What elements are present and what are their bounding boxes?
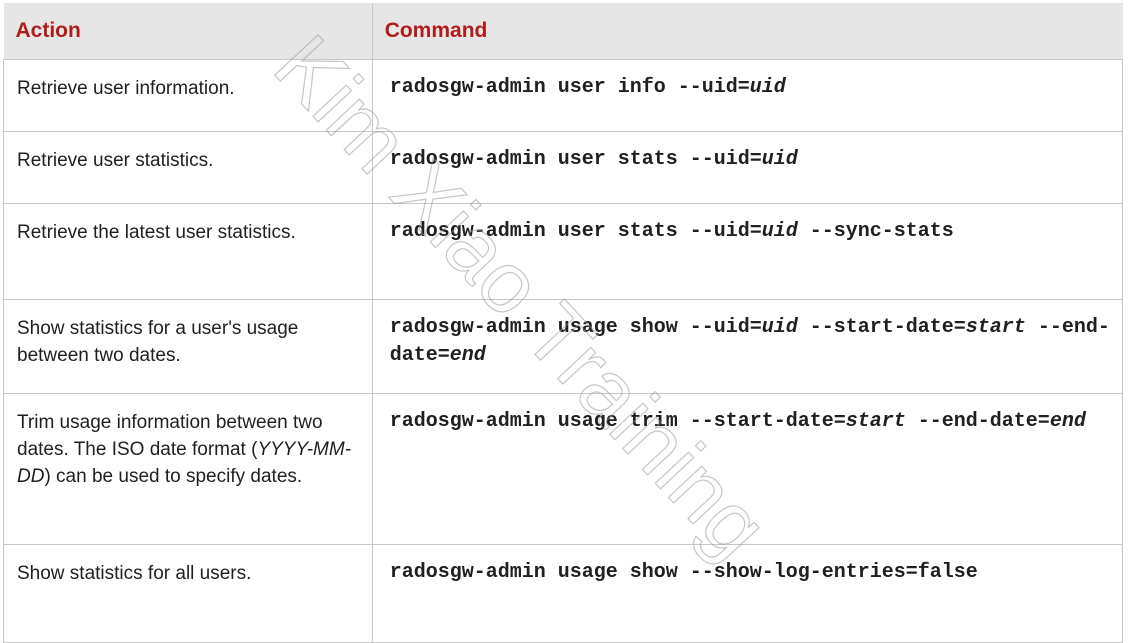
- cell-text: --start-date=: [797, 316, 966, 339]
- placeholder-text: uid: [761, 148, 798, 171]
- placeholder-text: end: [1049, 410, 1086, 433]
- header-action: Action: [3, 3, 373, 60]
- cell-text: ) can be used to specify dates.: [44, 466, 303, 487]
- action-cell: Trim usage information between two dates…: [3, 393, 373, 545]
- action-cell: Show statistics for all users.: [3, 544, 373, 643]
- placeholder-text: uid: [749, 76, 786, 99]
- cell-text: radosgw-admin user stats --uid=: [389, 148, 762, 171]
- cell-text: radosgw-admin user info --uid=: [389, 76, 750, 99]
- cell-text: radosgw-admin user stats --uid=: [389, 220, 762, 243]
- placeholder-text: start: [845, 410, 906, 433]
- command-cell: radosgw-admin usage trim --start-date=st…: [371, 393, 1124, 545]
- placeholder-text: uid: [761, 220, 798, 243]
- placeholder-text: uid: [761, 316, 798, 339]
- command-reference-table: Action Command Retrieve user information…: [3, 3, 1124, 643]
- cell-text: --sync-stats: [797, 220, 954, 243]
- table-row: Retrieve the latest user statistics. rad…: [3, 203, 1124, 300]
- placeholder-text: start: [965, 316, 1026, 339]
- command-cell: radosgw-admin user info --uid=uid: [371, 59, 1124, 132]
- table-row: Retrieve user statistics. radosgw-admin …: [3, 131, 1124, 204]
- table-row: Show statistics for a user's usage betwe…: [3, 299, 1124, 394]
- table-row: Show statistics for all users. radosgw-a…: [3, 544, 1124, 643]
- header-command: Command: [371, 3, 1123, 60]
- table-row: Trim usage information between two dates…: [3, 393, 1124, 545]
- action-cell: Retrieve user information.: [3, 59, 373, 132]
- command-cell: radosgw-admin user stats --uid=uid --syn…: [371, 203, 1124, 300]
- command-cell: radosgw-admin usage show --uid=uid --sta…: [371, 299, 1124, 394]
- command-cell: radosgw-admin usage show --show-log-entr…: [371, 544, 1124, 643]
- placeholder-text: end: [449, 344, 486, 367]
- cell-text: radosgw-admin usage show --show-log-entr…: [389, 561, 978, 584]
- action-cell: Retrieve the latest user statistics.: [3, 203, 373, 300]
- table-row: Retrieve user information. radosgw-admin…: [3, 59, 1124, 132]
- table-header-row: Action Command: [3, 3, 1123, 60]
- cell-text: --end-date=: [905, 410, 1050, 433]
- cell-text: radosgw-admin usage trim --start-date=: [389, 410, 846, 433]
- command-cell: radosgw-admin user stats --uid=uid: [371, 131, 1124, 204]
- action-cell: Retrieve user statistics.: [3, 131, 373, 204]
- action-cell: Show statistics for a user's usage betwe…: [3, 299, 373, 394]
- cell-text: radosgw-admin usage show --uid=: [389, 316, 762, 339]
